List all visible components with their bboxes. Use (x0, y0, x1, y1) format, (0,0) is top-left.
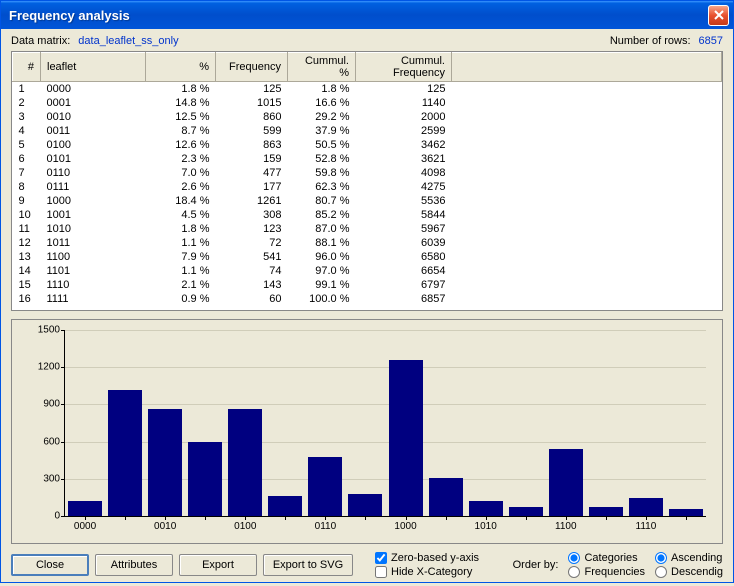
table-row[interactable]: 1210111.1 %7288.1 %6039 (13, 236, 722, 250)
hide-x-option[interactable]: Hide X-Category (375, 566, 479, 578)
x-tick-label: 0110 (315, 521, 337, 532)
x-tick-label: 0000 (74, 521, 96, 532)
close-icon (714, 10, 724, 20)
bar-0111 (345, 330, 385, 516)
bar (348, 494, 382, 516)
bar (268, 496, 302, 516)
bar (509, 507, 543, 516)
x-tick-label: 1010 (475, 521, 497, 532)
data-matrix-label: Data matrix: (11, 35, 70, 47)
order-ascending-radio[interactable] (655, 552, 667, 564)
info-row: Data matrix: data_leaflet_ss_only Number… (11, 35, 723, 47)
col-header-empty (452, 53, 722, 82)
bottom-toolbar: Close Attributes Export Export to SVG Ze… (11, 552, 723, 578)
col-header-leaflet[interactable]: leaflet (41, 53, 146, 82)
col-header-index[interactable]: # (13, 53, 41, 82)
table-row[interactable]: 400118.7 %59937.9 %2599 (13, 124, 722, 138)
order-frequencies-radio[interactable] (568, 566, 580, 578)
y-tick-label: 900 (20, 399, 60, 410)
table-row[interactable]: 1411011.1 %7497.0 %6654 (13, 264, 722, 278)
order-categories-option[interactable]: Categories (568, 552, 645, 564)
bar-0100: 0100 (225, 330, 265, 516)
table-row[interactable]: 5010012.6 %86350.5 %3462 (13, 138, 722, 152)
bar-1111 (666, 330, 706, 516)
titlebar: Frequency analysis (1, 1, 733, 29)
order-by-label: Order by: (513, 559, 559, 571)
zero-y-checkbox[interactable] (375, 552, 387, 564)
bar (429, 478, 463, 516)
window-title: Frequency analysis (9, 8, 708, 23)
export-svg-button[interactable]: Export to SVG (263, 554, 353, 576)
y-tick-label: 0 (20, 511, 60, 522)
bar-1100: 1100 (546, 330, 586, 516)
zero-y-option[interactable]: Zero-based y-axis (375, 552, 479, 564)
bar (469, 501, 503, 516)
export-button[interactable]: Export (179, 554, 257, 576)
bar (108, 390, 142, 516)
table-row[interactable]: 1511102.1 %14399.1 %6797 (13, 278, 722, 292)
table-row[interactable]: 1311007.9 %54196.0 %6580 (13, 250, 722, 264)
bar (188, 442, 222, 516)
table-row[interactable]: 3001012.5 %86029.2 %2000 (13, 110, 722, 124)
table-row[interactable]: 1010014.5 %30885.2 %5844 (13, 208, 722, 222)
y-tick-label: 1500 (20, 325, 60, 336)
bar-0110: 0110 (305, 330, 345, 516)
table-row[interactable]: 100001.8 %1251.8 %125 (13, 82, 722, 97)
bar-1001 (426, 330, 466, 516)
col-header-cumul-percent[interactable]: Cummul. % (288, 53, 356, 82)
x-tick-label: 0100 (234, 521, 256, 532)
rows-label: Number of rows: (610, 35, 691, 47)
hide-x-checkbox[interactable] (375, 566, 387, 578)
bar (308, 457, 342, 516)
table-row[interactable]: 9100018.4 %126180.7 %5536 (13, 194, 722, 208)
table-row[interactable]: 601012.3 %15952.8 %3621 (13, 152, 722, 166)
bar (389, 360, 423, 516)
data-matrix-value: data_leaflet_ss_only (78, 35, 178, 47)
bar-0011 (185, 330, 225, 516)
table-row[interactable]: 801112.6 %17762.3 %4275 (13, 180, 722, 194)
bar (148, 409, 182, 516)
bar-0010: 0010 (145, 330, 185, 516)
bar (549, 449, 583, 516)
order-frequencies-option[interactable]: Frequencies (568, 566, 645, 578)
order-descending-radio[interactable] (655, 566, 667, 578)
order-ascending-option[interactable]: Ascending (655, 552, 723, 564)
order-categories-radio[interactable] (568, 552, 580, 564)
col-header-percent[interactable]: % (146, 53, 216, 82)
table-row[interactable]: 701107.0 %47759.8 %4098 (13, 166, 722, 180)
y-tick-label: 1200 (20, 362, 60, 373)
window-close-button[interactable] (708, 5, 729, 26)
x-tick-label: 0010 (154, 521, 176, 532)
bar-0000: 0000 (65, 330, 105, 516)
data-table[interactable]: # leaflet % Frequency Cummul. % Cummul. … (11, 51, 723, 311)
frequency-chart: 0 300 600 900 1200 1500 0000 0010 0100 0110 1000 1… (11, 319, 723, 544)
y-tick-label: 600 (20, 436, 60, 447)
order-descending-option[interactable]: Descendig (655, 566, 723, 578)
table-row[interactable]: 2000114.8 %101516.6 %1140 (13, 96, 722, 110)
bar-1101 (586, 330, 626, 516)
bar (629, 498, 663, 516)
col-header-frequency[interactable]: Frequency (216, 53, 288, 82)
bar-1000: 1000 (386, 330, 426, 516)
bar (669, 509, 703, 516)
bar (228, 409, 262, 516)
table-row[interactable]: 1110101.8 %12387.0 %5967 (13, 222, 722, 236)
bar-0001 (105, 330, 145, 516)
bar (68, 501, 102, 517)
x-tick-label: 1100 (555, 521, 577, 532)
x-tick-label: 1110 (636, 521, 657, 532)
bar-0101 (265, 330, 305, 516)
attributes-button[interactable]: Attributes (95, 554, 173, 576)
col-header-cumul-frequency[interactable]: Cummul. Frequency (356, 53, 452, 82)
bar-1011 (506, 330, 546, 516)
x-tick-label: 1000 (394, 521, 416, 532)
bar-1010: 1010 (466, 330, 506, 516)
rows-value: 6857 (699, 35, 723, 47)
close-button[interactable]: Close (11, 554, 89, 576)
bar-1110: 1110 (626, 330, 666, 516)
y-tick-label: 300 (20, 473, 60, 484)
table-row[interactable]: 1611110.9 %60100.0 %6857 (13, 292, 722, 306)
bar (589, 507, 623, 516)
